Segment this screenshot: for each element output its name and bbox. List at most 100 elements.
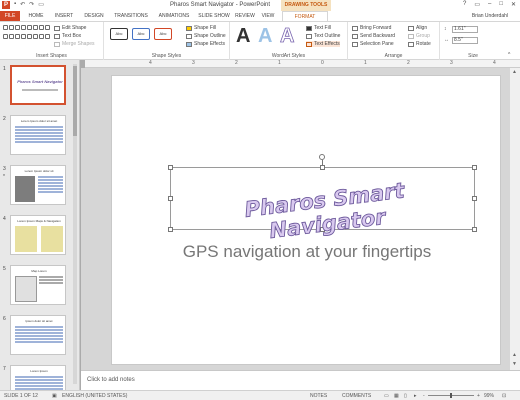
- tab-insert[interactable]: INSERT: [50, 11, 78, 21]
- shape-fill-button[interactable]: Shape Fill: [186, 25, 216, 31]
- previous-slide-icon[interactable]: ▲: [512, 352, 517, 358]
- slide-title-wordart[interactable]: Pharos Smart Navigator: [199, 173, 453, 251]
- collapse-ribbon-icon[interactable]: ^: [508, 52, 510, 58]
- normal-view-icon[interactable]: ▭: [384, 393, 389, 399]
- reading-view-icon[interactable]: ▯: [404, 393, 407, 399]
- thumb-transition-icon: *: [3, 174, 5, 180]
- text-effects-icon: [306, 41, 312, 47]
- slide-subtitle[interactable]: GPS navigation at your fingertips: [112, 242, 502, 262]
- shape-style-1[interactable]: Abc: [110, 28, 128, 40]
- text-box-icon: [54, 33, 60, 39]
- spelling-icon[interactable]: ▣: [52, 393, 57, 399]
- resize-handle-se[interactable]: [472, 227, 477, 232]
- edit-shape-button[interactable]: Edit Shape: [54, 25, 86, 31]
- powerpoint-app-icon[interactable]: P: [2, 1, 10, 9]
- rotation-handle[interactable]: [319, 154, 325, 160]
- shape-styles-group: Abc Abc Abc Shape Fill Shape Outline Sha…: [104, 22, 230, 60]
- send-backward-button[interactable]: Send Backward: [352, 33, 395, 39]
- user-name[interactable]: Brian Underdahl: [472, 13, 508, 19]
- thumb-number: 6: [3, 316, 6, 322]
- tab-slide-show[interactable]: SLIDE SHOW: [196, 11, 232, 21]
- thumb-slide-5[interactable]: Map Lorem: [10, 265, 66, 305]
- thumb-slide-1[interactable]: Pharos Smart Navigator: [10, 65, 66, 105]
- thumb-slide-6[interactable]: Ipsum dolor sit amet: [10, 315, 66, 355]
- shape-effects-button[interactable]: Shape Effects: [186, 41, 225, 47]
- ruler-number: 4: [493, 60, 496, 66]
- slide-vertical-scrollbar[interactable]: ▲ ▲ ▼: [510, 68, 520, 370]
- thumbnails-scroll-knob[interactable]: [73, 66, 77, 136]
- selection-pane-button[interactable]: Selection Pane: [352, 41, 394, 47]
- minimize-button[interactable]: –: [488, 1, 491, 8]
- shape-style-3[interactable]: Abc: [154, 28, 172, 40]
- zoom-out-button[interactable]: -: [423, 393, 425, 399]
- resize-handle-sw[interactable]: [168, 227, 173, 232]
- maximize-button[interactable]: □: [499, 1, 503, 8]
- merge-shapes-button[interactable]: Merge Shapes: [54, 41, 95, 47]
- shapes-gallery[interactable]: [3, 25, 50, 41]
- notes-button[interactable]: NOTES: [310, 393, 327, 399]
- resize-handle-w[interactable]: [168, 196, 173, 201]
- slide-sorter-icon[interactable]: ▦: [394, 393, 399, 399]
- text-outline-button[interactable]: Text Outline: [306, 33, 340, 39]
- notes-placeholder[interactable]: Click to add notes: [87, 377, 135, 383]
- resize-handle-e[interactable]: [472, 196, 477, 201]
- zoom-level[interactable]: 99%: [484, 393, 494, 399]
- shape-style-2[interactable]: Abc: [132, 28, 150, 40]
- ribbon-display-options-button[interactable]: ▭: [474, 1, 480, 8]
- rotate-button[interactable]: Rotate: [408, 41, 431, 47]
- text-fill-button[interactable]: Text Fill: [306, 25, 331, 31]
- tab-review[interactable]: REVIEW: [234, 11, 256, 21]
- zoom-in-button[interactable]: +: [477, 393, 480, 399]
- tab-design[interactable]: DESIGN: [80, 11, 108, 21]
- start-from-beginning-icon[interactable]: ▭: [38, 1, 44, 8]
- bring-forward-button[interactable]: Bring Forward: [352, 25, 391, 31]
- thumb-slide-3[interactable]: Lorem Ipsum dolor sit: [10, 165, 66, 205]
- title-placeholder[interactable]: Pharos Smart Navigator: [168, 154, 477, 243]
- resize-handle-n[interactable]: [320, 165, 325, 170]
- thumb-title: Lorem Ipsum dolor sit: [24, 169, 54, 173]
- tab-file[interactable]: FILE: [0, 11, 20, 21]
- wordart-style-2[interactable]: A: [258, 25, 272, 48]
- tab-home[interactable]: HOME: [24, 11, 48, 21]
- tab-format[interactable]: FORMAT: [282, 11, 328, 21]
- tab-animations[interactable]: ANIMATIONS: [154, 11, 194, 21]
- save-icon[interactable]: ▪: [14, 1, 16, 8]
- thumbnails-scrollbar[interactable]: [73, 64, 77, 384]
- thumb-slide-2[interactable]: Lorem Ipsum dolor sit amet: [10, 115, 66, 155]
- slide-canvas[interactable]: Pharos Smart Navigator GPS navigation at…: [111, 75, 501, 365]
- zoom-slider-knob[interactable]: [450, 393, 452, 398]
- rotate-icon: [408, 41, 414, 47]
- wordart-styles-group: A A A Text Fill Text Outline Text Effect…: [230, 22, 348, 60]
- ribbon-tabs: FILE HOME INSERT DESIGN TRANSITIONS ANIM…: [0, 0, 520, 21]
- scroll-up-icon[interactable]: ▲: [512, 69, 517, 75]
- close-button[interactable]: ✕: [511, 1, 516, 8]
- thumb-slide-4[interactable]: Lorem Ipsum Maps & Navigation: [10, 215, 66, 255]
- wordart-style-1[interactable]: A: [236, 25, 250, 48]
- thumb-number: 5: [3, 266, 6, 272]
- text-effects-button[interactable]: Text Effects: [306, 41, 340, 47]
- comments-button[interactable]: COMMENTS: [342, 393, 371, 399]
- text-fill-icon: [306, 25, 312, 31]
- undo-icon[interactable]: ↶: [20, 1, 25, 8]
- wordart-style-3[interactable]: A: [280, 25, 295, 48]
- shape-width-input[interactable]: 8.5": [452, 37, 478, 44]
- tab-transitions[interactable]: TRANSITIONS: [110, 11, 152, 21]
- help-button[interactable]: ?: [463, 1, 466, 8]
- text-box-button[interactable]: Text Box: [54, 33, 81, 39]
- notes-pane[interactable]: Click to add notes: [81, 370, 520, 390]
- language-indicator[interactable]: ENGLISH (UNITED STATES): [62, 393, 127, 399]
- shape-height-input[interactable]: 1.61": [452, 26, 478, 33]
- align-button[interactable]: Align: [408, 25, 427, 31]
- tab-view[interactable]: VIEW: [258, 11, 278, 21]
- redo-icon[interactable]: ↷: [29, 1, 34, 8]
- shape-height-icon: ↕: [444, 26, 447, 32]
- group-button[interactable]: Group: [408, 33, 430, 39]
- thumb-slide-7[interactable]: Lorem Ipsum: [10, 365, 66, 390]
- thumb-number: 3: [3, 166, 6, 172]
- shape-outline-button[interactable]: Shape Outline: [186, 33, 226, 39]
- resize-handle-ne[interactable]: [472, 165, 477, 170]
- next-slide-icon[interactable]: ▼: [512, 361, 517, 367]
- slide-show-icon[interactable]: ▸: [414, 393, 417, 399]
- fit-slide-icon[interactable]: ⊡: [502, 393, 506, 399]
- resize-handle-nw[interactable]: [168, 165, 173, 170]
